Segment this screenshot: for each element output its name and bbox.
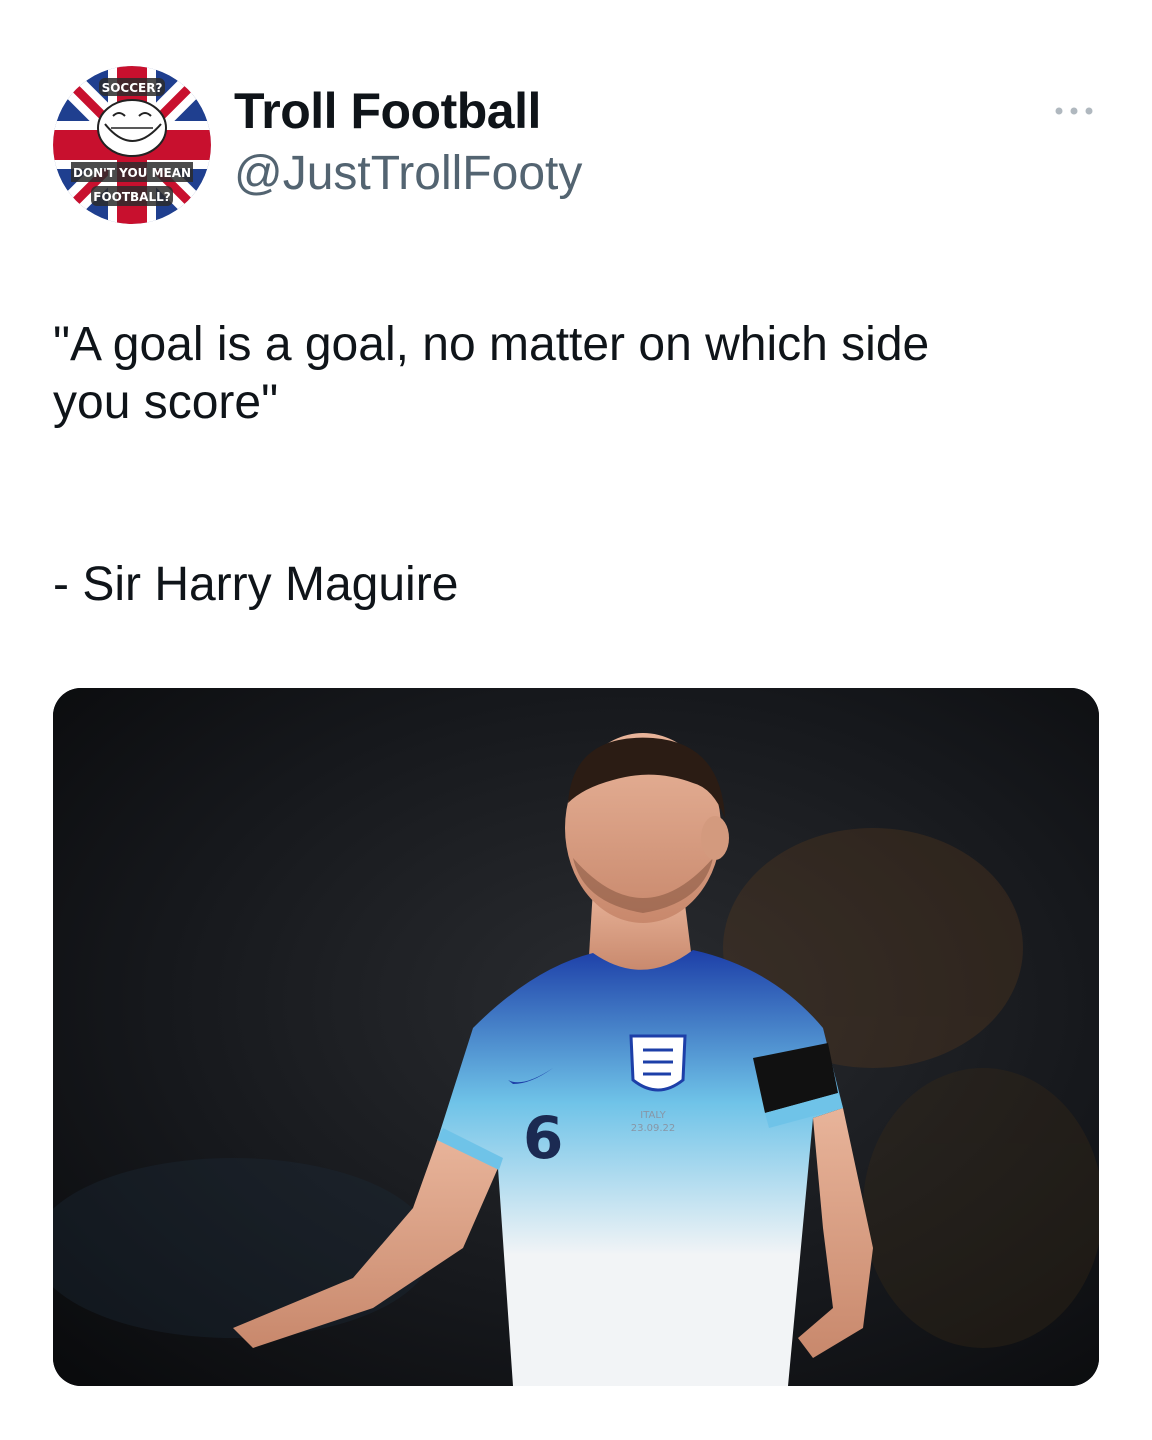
tweet-text-line: you score" (53, 376, 279, 429)
more-horizontal-icon (1055, 107, 1093, 115)
tweet-text-line: "A goal is a goal, no matter on which si… (53, 318, 930, 371)
avatar-text-bottom: FOOTBALL? (93, 190, 171, 204)
football-player-photo: 6 ITALY 23.09.22 (53, 688, 1099, 1386)
troll-face-avatar-icon: SOCCER? DON'T YOU MEAN FOOTBALL? (53, 66, 211, 224)
tweet-media-image[interactable]: 6 ITALY 23.09.22 (53, 688, 1099, 1386)
tweet-text: "A goal is a goal, no matter on which si… (53, 316, 1113, 432)
shirt-text-line2: 23.09.22 (631, 1123, 676, 1134)
avatar-text-middle: DON'T YOU MEAN (73, 166, 191, 180)
avatar-text-top: SOCCER? (102, 81, 163, 95)
tweet-attribution: - Sir Harry Maguire (53, 558, 459, 611)
shirt-text-line1: ITALY (640, 1110, 666, 1121)
author-display-name[interactable]: Troll Football (234, 82, 541, 140)
profile-avatar[interactable]: SOCCER? DON'T YOU MEAN FOOTBALL? (53, 66, 211, 224)
author-handle[interactable]: @JustTrollFooty (234, 146, 582, 201)
more-options-button[interactable] (1050, 96, 1098, 126)
shirt-number: 6 (523, 1104, 563, 1172)
